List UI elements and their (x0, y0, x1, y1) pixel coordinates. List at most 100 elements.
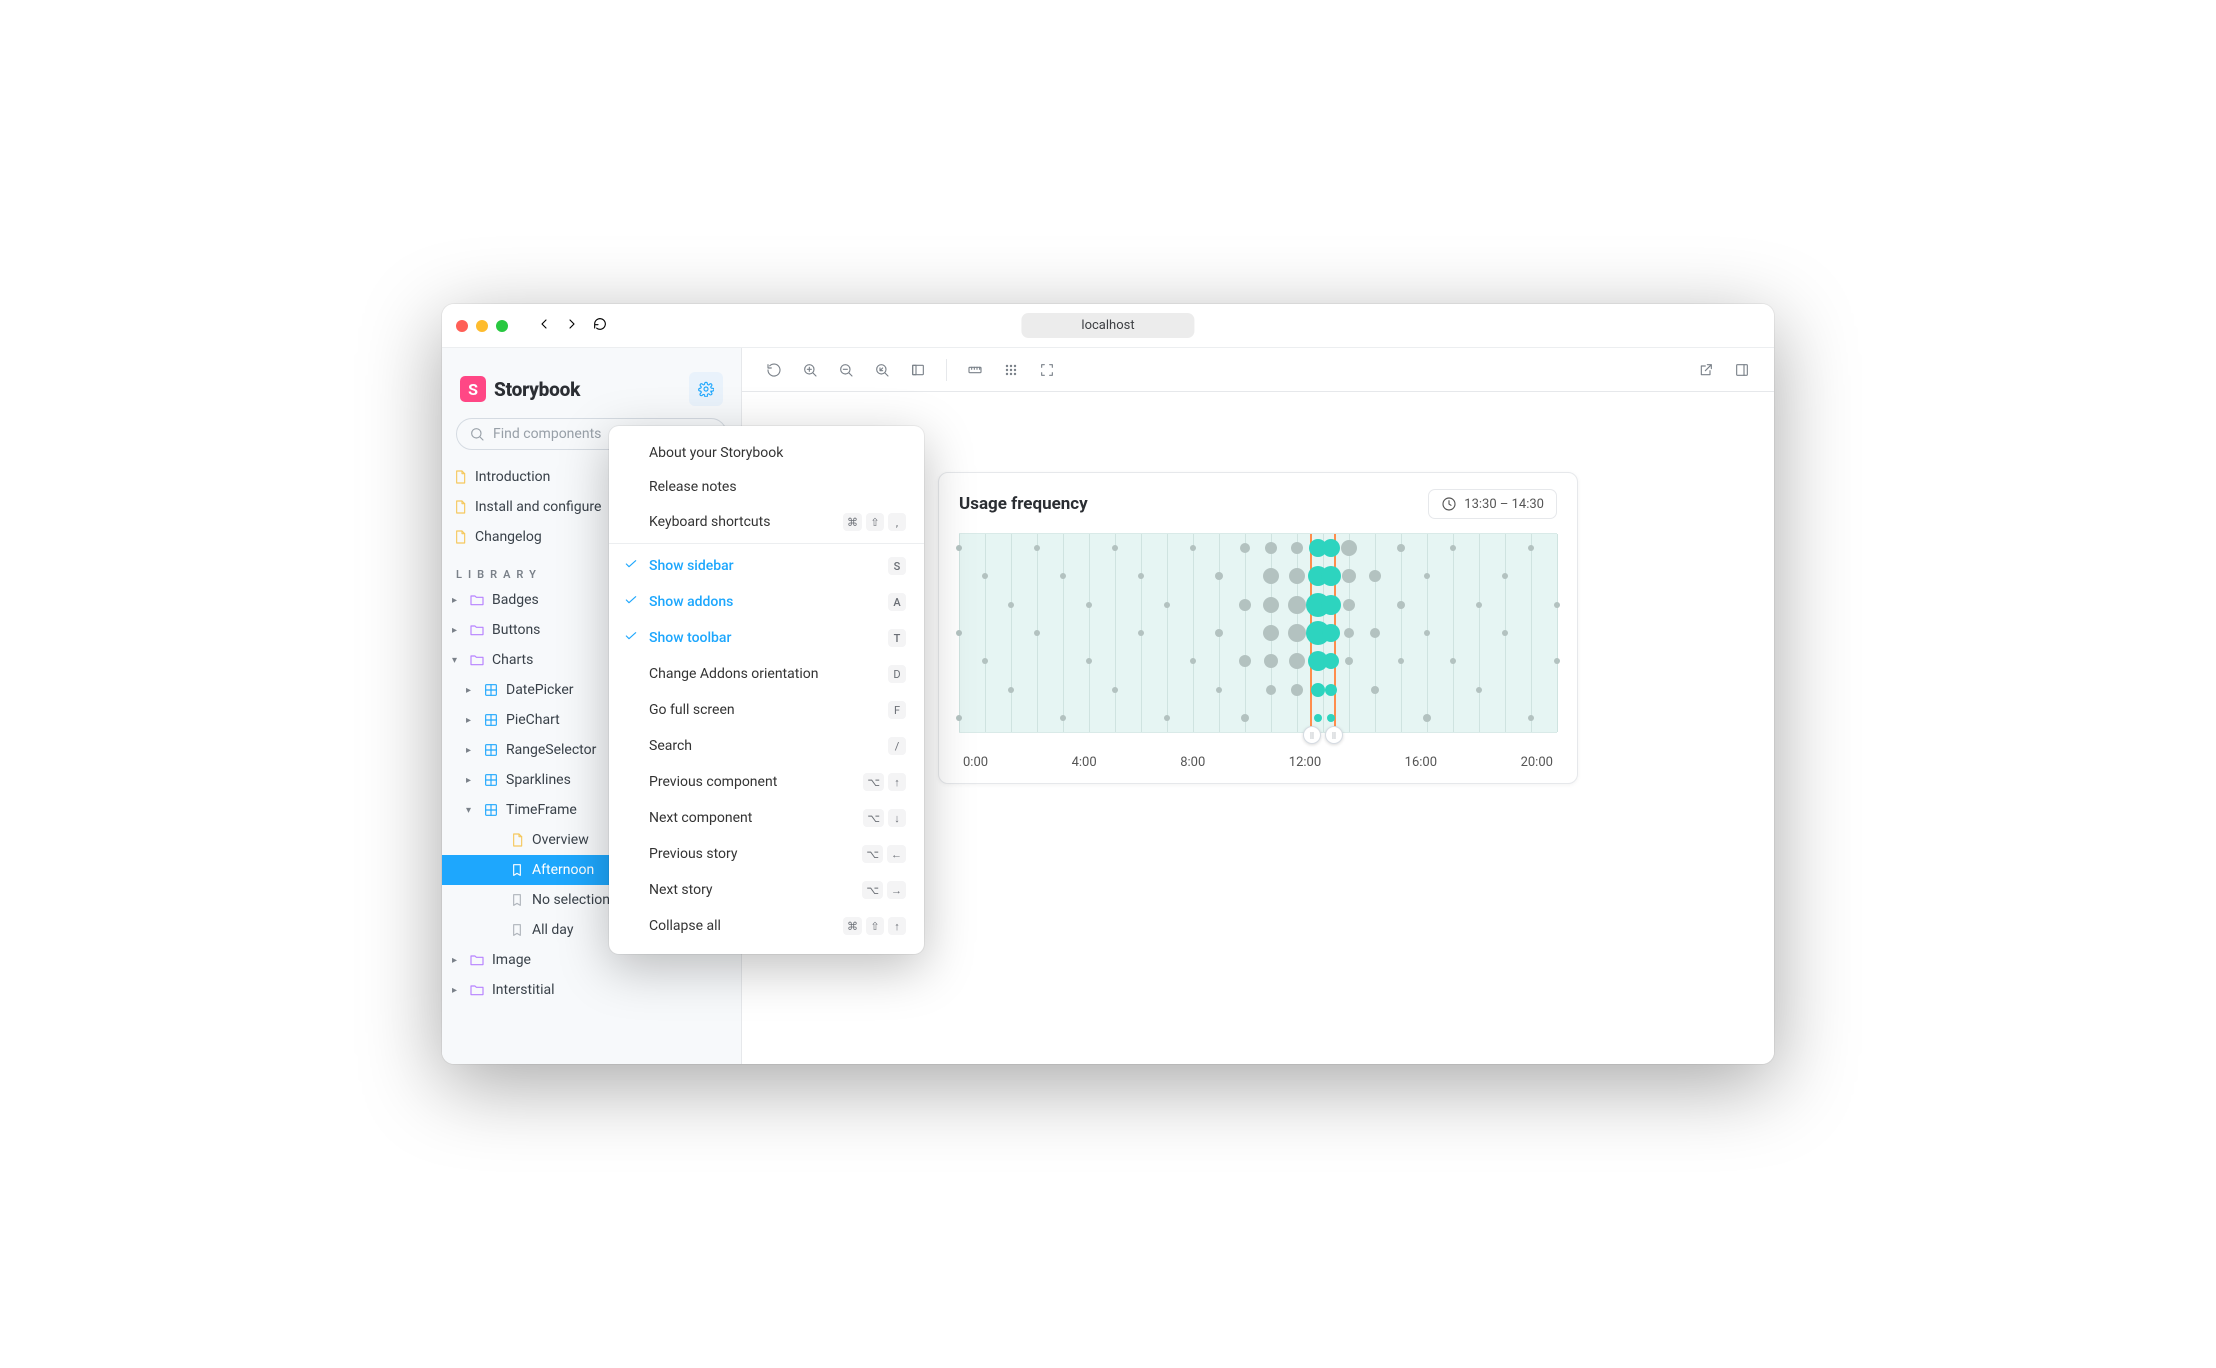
data-point (1216, 687, 1222, 693)
usage-frequency-card: Usage frequency 13:30 – 14:30 |||| 0:004… (938, 472, 1578, 784)
data-point (1138, 630, 1144, 636)
chevron-right-icon: ▸ (466, 745, 476, 756)
data-point (1554, 658, 1560, 664)
data-point (1370, 628, 1380, 638)
shortcut-keys: T (888, 629, 906, 647)
data-point (1215, 629, 1223, 637)
popover-item[interactable]: Show sidebarS (609, 548, 924, 584)
shortcut-keys: ⌘⇧, (843, 513, 906, 531)
gridline (1089, 534, 1090, 732)
data-point (1528, 545, 1534, 551)
chevron-right-icon: ▸ (452, 625, 462, 636)
zoom-reset-button[interactable] (866, 354, 898, 386)
popover-item[interactable]: Search/ (609, 728, 924, 764)
url-bar[interactable]: localhost (1021, 313, 1194, 338)
window-zoom-button[interactable] (496, 320, 508, 332)
popover-item[interactable]: Show addonsA (609, 584, 924, 620)
popover-item[interactable]: Change Addons orientationD (609, 656, 924, 692)
data-point (1190, 545, 1196, 551)
canvas-toolbar (742, 348, 1774, 392)
nav-reload-button[interactable] (592, 316, 608, 336)
nav-forward-button[interactable] (564, 316, 580, 336)
data-point (1215, 572, 1223, 580)
refresh-button[interactable] (758, 354, 790, 386)
selection-handle-left[interactable]: || (1303, 726, 1321, 744)
viewport-button[interactable] (902, 354, 934, 386)
grid-button[interactable] (995, 354, 1027, 386)
popover-item[interactable]: Go full screenF (609, 692, 924, 728)
gridline (1193, 534, 1194, 732)
data-point (1502, 630, 1508, 636)
shortcut-keys: A (888, 593, 906, 611)
gear-icon (698, 381, 714, 397)
settings-popover: About your StorybookRelease notesKeyboar… (609, 426, 924, 954)
data-point (1344, 628, 1354, 638)
data-point (1398, 658, 1404, 664)
data-point (1343, 599, 1355, 611)
chevron-right-icon: ▸ (466, 715, 476, 726)
popover-item[interactable]: Next component⌥↓ (609, 800, 924, 836)
data-point (1325, 684, 1337, 696)
shortcut-keys: ⌥↓ (863, 809, 906, 827)
gridline (1557, 534, 1558, 732)
shortcut-keys: ⌥← (862, 845, 906, 863)
data-point (982, 573, 988, 579)
doc-icon (452, 529, 468, 545)
data-point (1289, 568, 1305, 584)
shortcut-keys: ⌘⇧↑ (843, 917, 906, 935)
folder-icon (469, 952, 485, 968)
data-point (1476, 602, 1482, 608)
folder-icon (469, 592, 485, 608)
open-new-tab-button[interactable] (1690, 354, 1722, 386)
shortcut-keys: F (888, 701, 906, 719)
chevron-right-icon: ▸ (452, 985, 462, 996)
popover-item[interactable]: Keyboard shortcuts⌘⇧, (609, 504, 924, 544)
popover-item[interactable]: About your Storybook (609, 436, 924, 470)
data-point (1314, 714, 1322, 722)
chevron-down-icon: ▾ (452, 655, 462, 666)
popover-item[interactable]: Next story⌥→ (609, 872, 924, 908)
popover-item[interactable]: Release notes (609, 470, 924, 504)
browser-window: localhost S Storybook Find components In… (442, 304, 1774, 1064)
tree-item[interactable]: ▸Interstitial (442, 975, 741, 1005)
gridline (1115, 534, 1116, 732)
chart-area: |||| (959, 533, 1557, 733)
data-point (982, 658, 988, 664)
nav-back-button[interactable] (536, 316, 552, 336)
shortcut-keys: D (888, 665, 906, 683)
data-point (1450, 658, 1456, 664)
doc-icon (452, 499, 468, 515)
check-icon (623, 628, 639, 648)
doc-icon (509, 832, 525, 848)
gridline (1245, 534, 1246, 732)
outline-button[interactable] (1031, 354, 1063, 386)
settings-button[interactable] (689, 372, 723, 406)
popover-item[interactable]: Previous component⌥↑ (609, 764, 924, 800)
zoom-out-button[interactable] (830, 354, 862, 386)
brand: S Storybook (460, 376, 580, 402)
gridline (1401, 534, 1402, 732)
popover-item[interactable]: Show toolbarT (609, 620, 924, 656)
data-point (1112, 545, 1118, 551)
data-point (1371, 686, 1379, 694)
data-point (956, 545, 962, 551)
data-point (1264, 654, 1278, 668)
data-point (1291, 542, 1303, 554)
selection-handle-right[interactable]: || (1325, 726, 1343, 744)
window-close-button[interactable] (456, 320, 468, 332)
popover-item[interactable]: Collapse all⌘⇧↑ (609, 908, 924, 944)
ruler-button[interactable] (959, 354, 991, 386)
data-point (1241, 714, 1249, 722)
data-point (1034, 545, 1040, 551)
popover-item[interactable]: Previous story⌥← (609, 836, 924, 872)
component-icon (483, 772, 499, 788)
clock-icon (1441, 496, 1457, 512)
time-range-pill[interactable]: 13:30 – 14:30 (1428, 489, 1557, 519)
zoom-in-button[interactable] (794, 354, 826, 386)
toggle-addon-panel-button[interactable] (1726, 354, 1758, 386)
data-point (1322, 624, 1340, 642)
window-minimize-button[interactable] (476, 320, 488, 332)
data-point (956, 715, 962, 721)
x-tick: 16:00 (1405, 755, 1437, 770)
data-point (1476, 687, 1482, 693)
